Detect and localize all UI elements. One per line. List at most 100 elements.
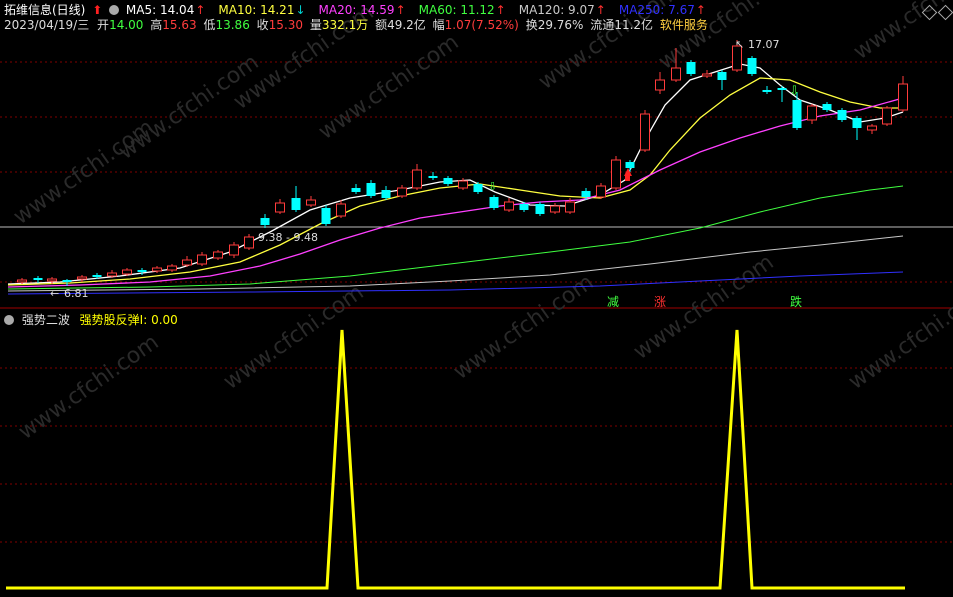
candle-body [137, 270, 147, 272]
stock-title[interactable]: 拓维信息(日线) [4, 3, 85, 17]
ma-arrow-icon-2: ↑ [395, 3, 406, 17]
ma-label-4: MA120: 9.07 [518, 3, 595, 17]
ma-arrow-icon-3: ↑ [495, 3, 506, 17]
candle-body [581, 191, 591, 197]
candle-55 [852, 116, 862, 140]
ma-item-2: MA20: 14.59↑ [319, 3, 409, 17]
buy-arrow-stem [625, 176, 630, 181]
ma-arrow-icon-4: ↑ [595, 3, 606, 17]
candle-49 [762, 86, 772, 94]
indicator-name[interactable]: 强势二波 [22, 313, 70, 327]
change-label: 幅 [432, 18, 445, 32]
ma-arrow-icon-0: ↑ [195, 3, 206, 17]
candle-body [519, 204, 529, 210]
candle-body [596, 185, 606, 198]
candle-58 [898, 76, 908, 112]
candle-26 [412, 164, 422, 190]
low-label: 低 [203, 18, 216, 32]
sell-arrow-icon-2: ⇩ [488, 180, 497, 193]
candle-body [611, 159, 621, 189]
candle-body [275, 202, 285, 213]
float-value: 11.2亿 [614, 18, 654, 32]
date: 2023/04/19/三 [4, 18, 90, 32]
open-label: 开 [97, 18, 110, 32]
high-arrow-icon: ↖ [735, 38, 744, 51]
candle-body [898, 83, 908, 111]
candle-54 [837, 108, 847, 122]
candle-35 [550, 203, 560, 214]
chart-canvas[interactable]: www.cfchi.com www.cfchi.com www.cfchi.com w… [0, 0, 953, 597]
sell-arrow-icon: ⇩ [789, 84, 800, 99]
header-row-quote: 2023/04/19/三 开14.00 高15.63 低13.86 收15.30… [4, 18, 711, 33]
low-mark-label: 6.81 [64, 287, 89, 300]
sector[interactable]: 软件服务 [660, 18, 708, 32]
candle-22 [351, 184, 361, 194]
ma-label-5: MA250: 7.67 [618, 3, 695, 17]
candle-body [443, 178, 453, 184]
candle-body [412, 169, 422, 189]
candle-body [336, 203, 346, 217]
candle-46 [717, 70, 727, 90]
ma-item-1: MA10: 14.21↓ [218, 3, 308, 17]
candle-body [565, 201, 575, 213]
candle-body [504, 201, 514, 211]
amount-value: 49.2亿 [387, 18, 426, 32]
candle-body [867, 125, 877, 131]
candle-body [351, 188, 361, 192]
candle-body [182, 259, 192, 266]
candle-body [229, 244, 239, 256]
ma-arrow-icon-1: ↓ [295, 3, 306, 17]
candle-12 [197, 252, 207, 266]
candle-body [777, 88, 787, 90]
signal-up-label: 涨 [654, 294, 666, 309]
candle-body [92, 275, 102, 277]
candle-body [535, 204, 545, 214]
candle-body [640, 113, 650, 151]
ma-label-0: MA5: 14.04 [125, 3, 195, 17]
ma-item-4: MA120: 9.07↑ [519, 3, 609, 17]
ma-item-5: MA250: 7.67↑ [619, 3, 709, 17]
ma-label-2: MA20: 14.59 [318, 3, 395, 17]
candle-32 [504, 198, 514, 212]
candle-11 [182, 256, 192, 267]
range-mark-label: 9.38 - 9.48 [258, 231, 318, 244]
candle-45 [702, 70, 712, 78]
candle-42 [655, 72, 665, 94]
candle-24 [381, 186, 391, 200]
candle-body [47, 278, 57, 282]
ma-item-3: MA60: 11.12↑ [419, 3, 509, 17]
close-value: 15.30 [268, 18, 304, 32]
candle-14 [229, 242, 239, 258]
close-label: 收 [256, 18, 269, 32]
candle-body [291, 198, 301, 210]
candle-body [17, 279, 27, 283]
indicator-label: 强势股反弹I: 0.00 [79, 313, 178, 327]
header-row-ma: 拓维信息(日线) ⬆ MA5: 14.04↑ MA10: 14.21↓ MA20: … [4, 3, 722, 18]
candle-body [62, 280, 72, 282]
price-annotations: ↖ 17.07 ← 6.81 9.38 - 9.48 ⇩ ⇩ 减 涨 跌 [50, 38, 802, 309]
candle-16 [260, 214, 270, 228]
candle-body [655, 79, 665, 91]
high-value: 15.63 [162, 18, 197, 32]
settings-dot-icon[interactable] [109, 5, 120, 15]
candle-body [197, 254, 207, 265]
candle-4 [77, 275, 87, 282]
candle-19 [306, 196, 316, 207]
candle-body [852, 118, 862, 128]
indicator-settings-icon[interactable] [4, 315, 14, 325]
candle-body [152, 267, 162, 272]
candle-40 [625, 160, 635, 172]
candle-body [473, 184, 483, 192]
candle-body [366, 183, 376, 196]
ma-item-0: MA5: 14.04↑ [126, 3, 208, 17]
candle-27 [428, 172, 438, 180]
float-label: 流通 [590, 18, 615, 32]
watermark-10: www.cfchi.com [844, 280, 953, 395]
candle-body [107, 272, 117, 277]
candle-body [260, 218, 270, 225]
amount-label: 额 [375, 18, 388, 32]
candle-body [489, 197, 499, 208]
candle-body [882, 107, 892, 125]
candle-body [822, 104, 832, 110]
candle-25 [397, 185, 407, 198]
